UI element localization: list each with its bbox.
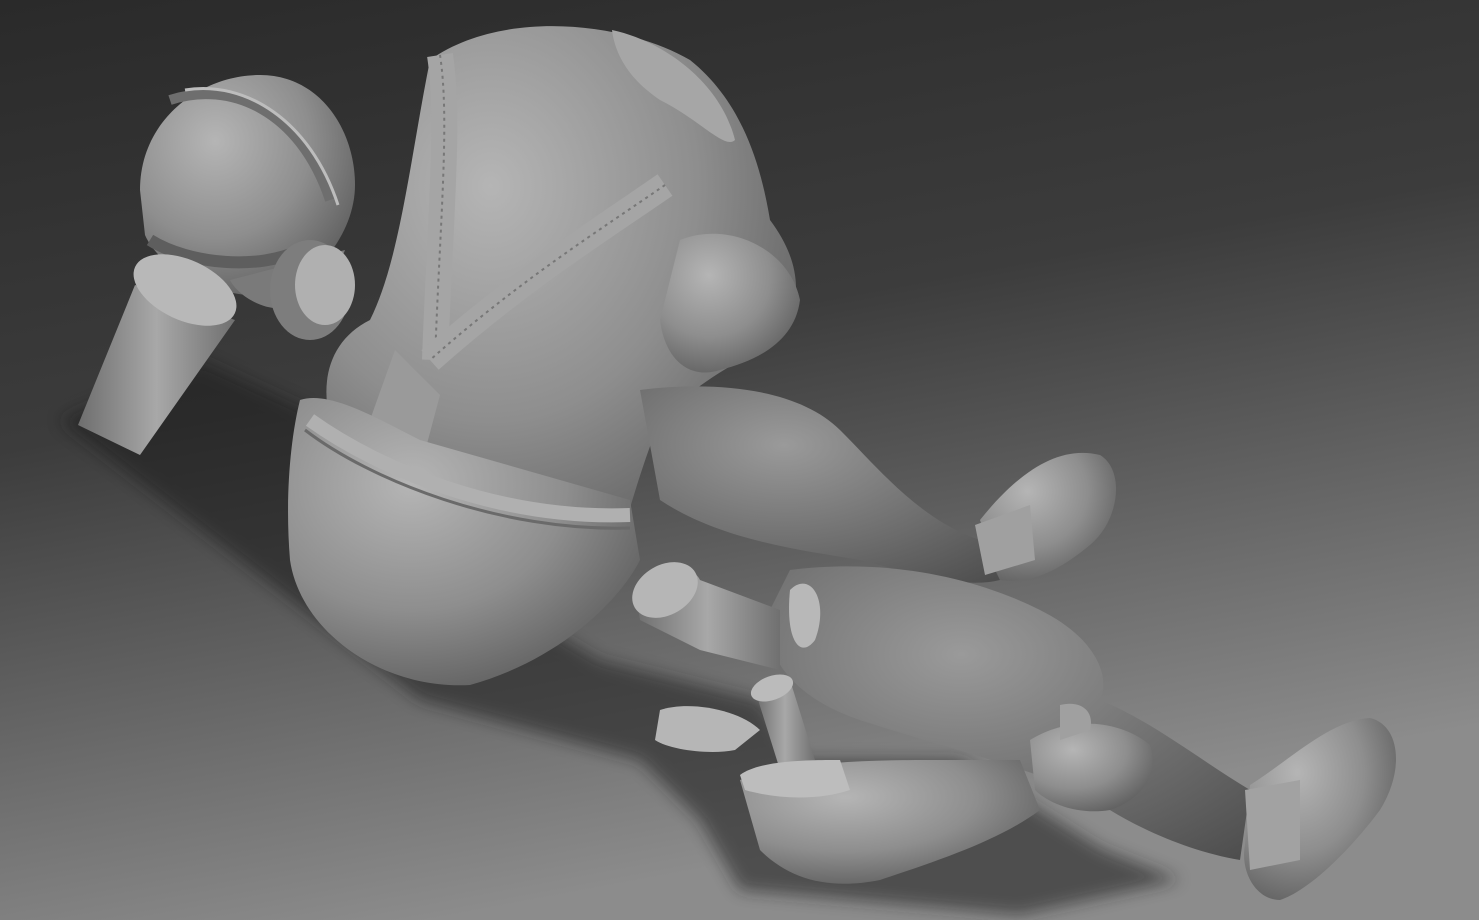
sculpt-render[interactable] <box>0 0 1479 920</box>
render-viewport[interactable] <box>0 0 1479 920</box>
